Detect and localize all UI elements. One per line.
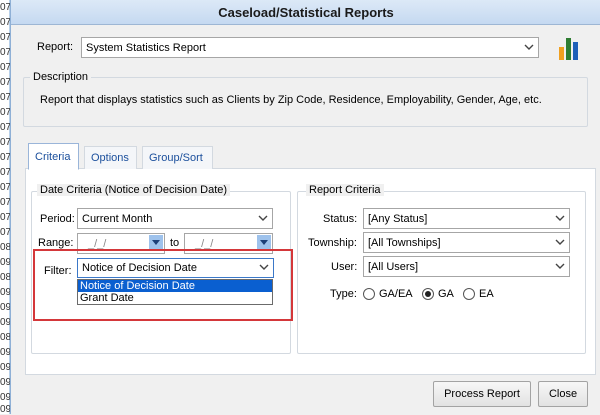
report-criteria-legend: Report Criteria: [306, 184, 384, 196]
period-select[interactable]: Current Month: [77, 208, 273, 229]
chevron-down-icon: [255, 259, 273, 278]
user-select-value: [All Users]: [368, 261, 419, 273]
filter-select-value: Notice of Decision Date: [82, 262, 197, 274]
window-title: Caseload/Statistical Reports: [218, 5, 394, 20]
filter-select[interactable]: Notice of Decision Date: [77, 258, 274, 278]
caseload-reports-dialog: Caseload/Statistical Reports Report: Sys…: [10, 0, 600, 414]
tab-group-sort[interactable]: Group/Sort: [142, 146, 213, 169]
chevron-down-icon: [520, 38, 538, 57]
period-select-value: Current Month: [82, 213, 153, 225]
type-label: Type:: [330, 288, 357, 300]
filter-option-notice-of-decision-date[interactable]: Notice of Decision Date: [78, 280, 272, 292]
filter-option-grant-date[interactable]: Grant Date: [78, 292, 272, 304]
status-select-value: [Any Status]: [368, 213, 428, 225]
chevron-down-icon: [551, 257, 569, 276]
date-criteria-legend: Date Criteria (Notice of Decision Date): [37, 184, 231, 196]
chevron-down-icon: [254, 209, 272, 228]
chevron-down-icon: [551, 209, 569, 228]
status-label: Status:: [323, 213, 358, 225]
filter-label: Filter:: [44, 265, 72, 277]
filter-dropdown-list: Notice of Decision Date Grant Date: [77, 279, 273, 305]
status-select[interactable]: [Any Status]: [363, 208, 570, 229]
type-radio-ga-label: GA: [438, 288, 454, 300]
bar-chart-icon[interactable]: [557, 35, 581, 61]
tab-criteria[interactable]: Criteria: [28, 143, 79, 170]
range-to-label: to: [170, 237, 180, 249]
report-select-value: System Statistics Report: [86, 42, 206, 54]
range-label: Range:: [38, 237, 74, 249]
type-radio-ea[interactable]: [463, 288, 475, 300]
user-label: User:: [331, 261, 358, 273]
report-label: Report:: [37, 41, 74, 53]
close-button[interactable]: Close: [538, 381, 588, 407]
township-select[interactable]: [All Townships]: [363, 232, 570, 253]
type-radio-ea-label: EA: [479, 288, 494, 300]
type-radio-ga-ea[interactable]: [363, 288, 375, 300]
type-radio-ga-ea-label: GA/EA: [379, 288, 413, 300]
period-label: Period:: [40, 213, 75, 225]
description-text: Report that displays statistics such as …: [40, 94, 542, 106]
description-legend: Description: [30, 71, 92, 83]
township-select-value: [All Townships]: [368, 237, 441, 249]
title-bar[interactable]: Caseload/Statistical Reports: [11, 0, 600, 25]
chevron-down-icon: [551, 233, 569, 252]
township-label: Township:: [308, 237, 357, 249]
process-report-button[interactable]: Process Report: [433, 381, 531, 407]
user-select[interactable]: [All Users]: [363, 256, 570, 277]
background-window-gutter: 07 07 07 07 07 07 07 07 07 07 07 07 07 0…: [0, 0, 11, 415]
tab-options[interactable]: Options: [84, 146, 137, 169]
calendar-dropdown-icon[interactable]: [149, 235, 163, 250]
calendar-dropdown-icon[interactable]: [257, 235, 271, 250]
type-radio-ga[interactable]: [422, 288, 434, 300]
report-select[interactable]: System Statistics Report: [81, 37, 539, 58]
